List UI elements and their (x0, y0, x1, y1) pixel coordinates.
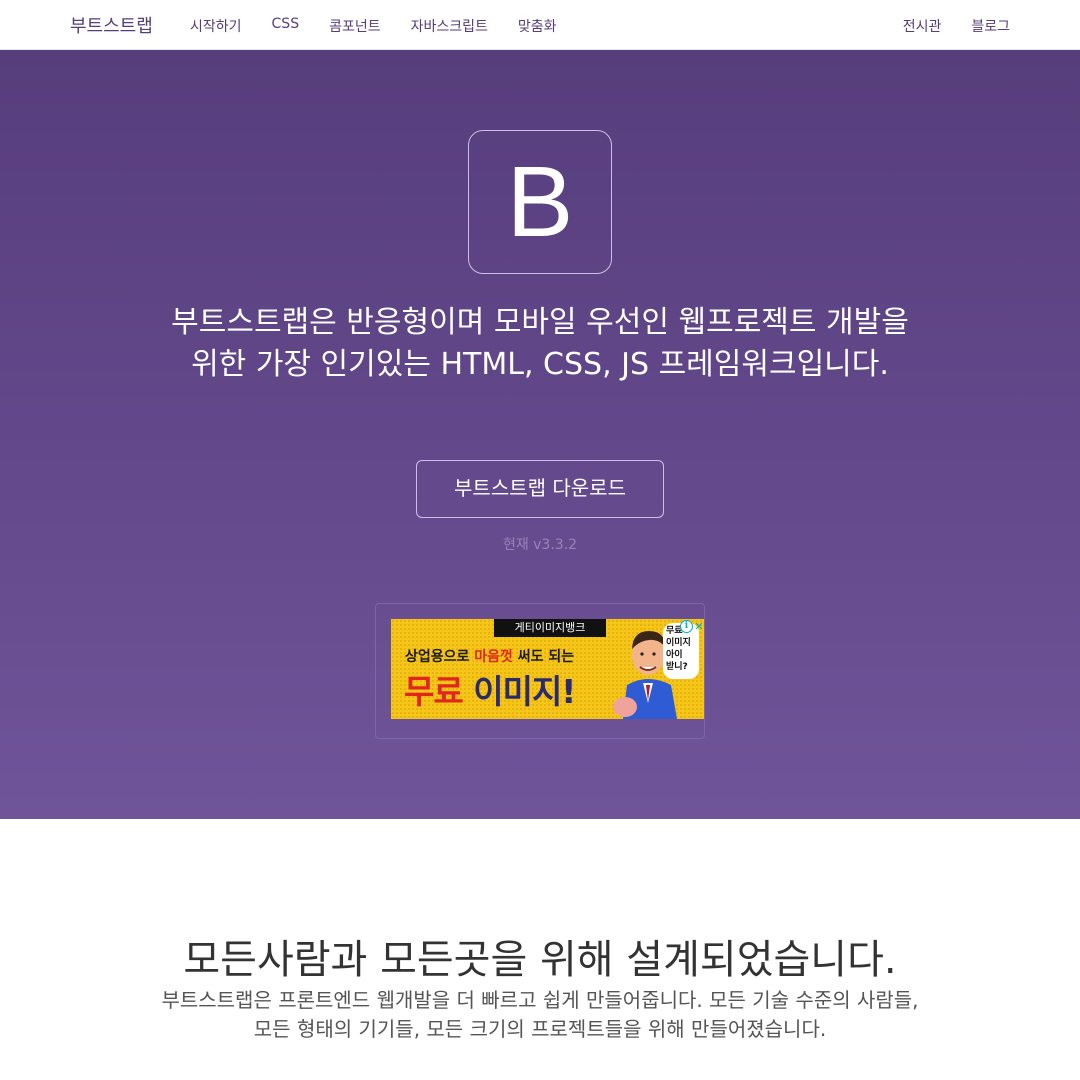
secondary-nav: 전시관 블로그 (903, 16, 1010, 36)
ad-main-text-dark: 이미지! (462, 672, 576, 711)
ad-headline-highlight: 마음껏 (474, 649, 513, 665)
version-text-wrapper: 현재 v3.3.2 (0, 534, 1080, 554)
ad-container: 게티이미지뱅크 상업용으로 마음껏 써도 되는 무료 이미지! 무료 이미지 아… (375, 603, 705, 739)
primary-nav: 시작하기 CSS 콤포넌트 자바스크립트 맞춤화 (190, 16, 557, 36)
bootstrap-logo: B (468, 130, 612, 274)
nav-link-javascript[interactable]: 자바스크립트 (411, 16, 488, 36)
nav-link-components[interactable]: 콤포넌트 (329, 16, 381, 36)
ad-headline-prefix: 상업용으로 (405, 649, 475, 665)
ad-bubble-line: 받니? (666, 662, 688, 672)
nav-link-customize[interactable]: 맞춤화 (518, 16, 557, 36)
ad-close-icon[interactable]: ✕ (694, 620, 704, 633)
ad-info-icon[interactable]: i (680, 620, 693, 633)
hero-section: B 부트스트랩은 반응형이며 모바일 우선인 웹프로젝트 개발을 위한 가장 인… (0, 50, 1080, 819)
download-button[interactable]: 부트스트랩 다운로드 (416, 460, 664, 518)
ad-brand-label: 게티이미지뱅크 (494, 619, 606, 637)
section-heading: 모든사람과 모든곳을 위해 설계되었습니다. (183, 937, 897, 983)
brand-link[interactable]: 부트스트랩 (70, 12, 153, 38)
version-text: 현재 v3.3.2 (502, 537, 578, 553)
ad-banner[interactable]: 게티이미지뱅크 상업용으로 마음껏 써도 되는 무료 이미지! 무료 이미지 아… (391, 619, 704, 719)
ad-main-text: 무료 이미지! (404, 665, 576, 713)
ad-bubble-line: 아이 (666, 650, 683, 660)
ad-headline-suffix: 써도 되는 (512, 649, 575, 665)
nav-link-css[interactable]: CSS (272, 16, 300, 36)
ad-main-text-red: 무료 (404, 672, 464, 711)
top-navbar: 부트스트랩 시작하기 CSS 콤포넌트 자바스크립트 맞춤화 전시관 블로그 (0, 0, 1080, 50)
nav-link-getting-started[interactable]: 시작하기 (190, 16, 242, 36)
ad-headline: 상업용으로 마음껏 써도 되는 (405, 646, 574, 666)
nav-link-blog[interactable]: 블로그 (971, 16, 1010, 36)
hero-lead-text: 부트스트랩은 반응형이며 모바일 우선인 웹프로젝트 개발을 위한 가장 인기있… (171, 305, 909, 382)
nav-link-expo[interactable]: 전시관 (903, 16, 942, 36)
section-description: 부트스트랩은 프론트엔드 웹개발을 더 빠르고 쉽게 만들어줍니다. 모든 기술… (161, 988, 919, 1041)
ad-bubble-line: 이미지 (666, 638, 691, 648)
